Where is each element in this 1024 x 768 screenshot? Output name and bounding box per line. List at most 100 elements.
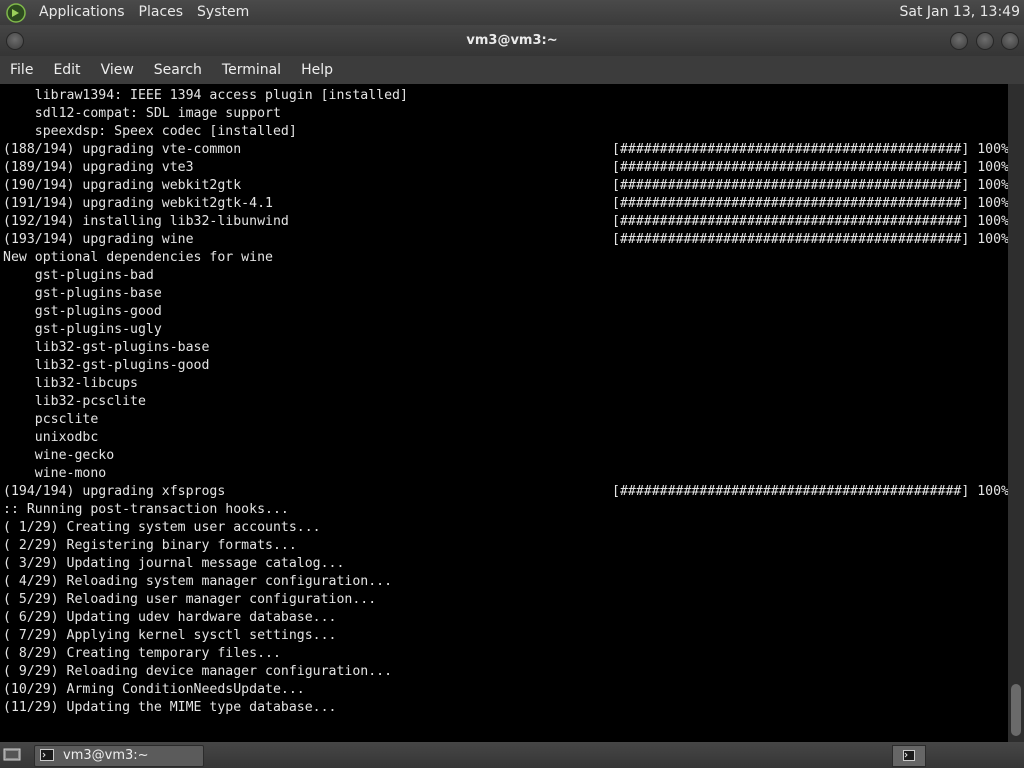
terminal-line: (191/194) upgrading webkit2gtk-4.1 [#####… [3, 195, 1008, 213]
clock[interactable]: Sat Jan 13, 13:49 [900, 0, 1021, 25]
terminal-line: speexdsp: Speex codec [installed] [3, 123, 1008, 141]
view-menu[interactable]: View [91, 56, 144, 84]
taskbar-window-button[interactable]: vm3@vm3:~ [34, 745, 204, 767]
progress-bar-text: [#######################################… [612, 214, 1008, 229]
terminal-line-text: libraw1394: IEEE 1394 access plugin [ins… [3, 88, 408, 103]
progress-bar-text: [#######################################… [612, 142, 1008, 157]
terminal-line-text: (10/29) Arming ConditionNeedsUpdate... [3, 682, 305, 697]
scrollbar-thumb[interactable] [1011, 684, 1021, 736]
terminal-line-text: (11/29) Updating the MIME type database.… [3, 700, 337, 715]
terminal-line: :: Running post-transaction hooks... [3, 501, 1008, 519]
terminal-line: (194/194) upgrading xfsprogs [###########… [3, 483, 1008, 501]
terminal-line-text: ( 5/29) Reloading user manager configura… [3, 592, 377, 607]
terminal-line: (192/194) installing lib32-libunwind [###… [3, 213, 1008, 231]
terminal-line-text: :: Running post-transaction hooks... [3, 502, 289, 517]
edit-menu[interactable]: Edit [43, 56, 90, 84]
terminal-line-text: sdl12-compat: SDL image support [3, 106, 281, 121]
terminal-output[interactable]: libraw1394: IEEE 1394 access plugin [ins… [0, 84, 1008, 742]
terminal-icon [40, 749, 54, 761]
applications-menu[interactable]: Applications [32, 0, 132, 25]
close-icon[interactable] [1001, 32, 1019, 50]
terminal-line-text: speexdsp: Speex codec [installed] [3, 124, 297, 139]
terminal-line: lib32-pcsclite [3, 393, 1008, 411]
terminal-line: wine-gecko [3, 447, 1008, 465]
progress-bar-text: [#######################################… [612, 196, 1008, 211]
terminal-line: gst-plugins-base [3, 285, 1008, 303]
terminal-line: ( 8/29) Creating temporary files... [3, 645, 1008, 663]
terminal-line-text: pcsclite [3, 412, 99, 427]
terminal-line-text: lib32-pcsclite [3, 394, 146, 409]
bottom-panel: vm3@vm3:~ [0, 742, 1024, 768]
terminal-line-text: ( 4/29) Reloading system manager configu… [3, 574, 393, 589]
vertical-scrollbar[interactable] [1008, 84, 1024, 742]
terminal-line-text: (191/194) upgrading webkit2gtk-4.1 [3, 196, 273, 211]
terminal-line: (188/194) upgrading vte-common [#########… [3, 141, 1008, 159]
progress-bar-text: [#######################################… [612, 484, 1008, 499]
terminal-line-text: lib32-libcups [3, 376, 138, 391]
taskbar-window-label: vm3@vm3:~ [63, 748, 149, 763]
search-menu[interactable]: Search [144, 56, 212, 84]
terminal-line: ( 7/29) Applying kernel sysctl settings.… [3, 627, 1008, 645]
terminal-line: (11/29) Updating the MIME type database.… [3, 699, 1008, 717]
terminal-line-text: (188/194) upgrading vte-common [3, 142, 242, 157]
window-titlebar[interactable]: vm3@vm3:~ [0, 25, 1024, 56]
terminal-line: unixodbc [3, 429, 1008, 447]
show-desktop-icon[interactable] [3, 747, 21, 762]
terminal-line: ( 9/29) Reloading device manager configu… [3, 663, 1008, 681]
terminal-line: sdl12-compat: SDL image support [3, 105, 1008, 123]
terminal-line-text: gst-plugins-bad [3, 268, 154, 283]
terminal-line-text: wine-mono [3, 466, 107, 481]
terminal-line: ( 6/29) Updating udev hardware database.… [3, 609, 1008, 627]
top-panel: Applications Places System Sat Jan 13, 1… [0, 0, 1024, 25]
terminal-line-text: lib32-gst-plugins-good [3, 358, 210, 373]
terminal-line: (190/194) upgrading webkit2gtk [#########… [3, 177, 1008, 195]
progress-bar-text: [#######################################… [612, 232, 1008, 247]
terminal-line: ( 5/29) Reloading user manager configura… [3, 591, 1008, 609]
terminal-line-text: (193/194) upgrading wine [3, 232, 194, 247]
terminal-line: libraw1394: IEEE 1394 access plugin [ins… [3, 87, 1008, 105]
minimize-icon[interactable] [950, 32, 968, 50]
terminal-line-text: gst-plugins-good [3, 304, 162, 319]
terminal-line: (10/29) Arming ConditionNeedsUpdate... [3, 681, 1008, 699]
terminal-line: ( 4/29) Reloading system manager configu… [3, 573, 1008, 591]
terminal-line-text: (194/194) upgrading xfsprogs [3, 484, 226, 499]
terminal-line-text: ( 8/29) Creating temporary files... [3, 646, 281, 661]
terminal-line: ( 3/29) Updating journal message catalog… [3, 555, 1008, 573]
help-menu[interactable]: Help [291, 56, 343, 84]
terminal-line-text: New optional dependencies for wine [3, 250, 273, 265]
terminal-menubar: File Edit View Search Terminal Help [0, 56, 1024, 84]
workspace-switcher-icon [903, 750, 915, 761]
terminal-line-text: (190/194) upgrading webkit2gtk [3, 178, 242, 193]
mate-logo-icon[interactable] [6, 2, 26, 23]
terminal-line: pcsclite [3, 411, 1008, 429]
window-menu-icon[interactable] [6, 32, 24, 50]
progress-bar-text: [#######################################… [612, 178, 1008, 193]
terminal-line: (189/194) upgrading vte3 [###############… [3, 159, 1008, 177]
places-menu[interactable]: Places [132, 0, 191, 25]
terminal-line: gst-plugins-ugly [3, 321, 1008, 339]
terminal-line-text: ( 2/29) Registering binary formats... [3, 538, 297, 553]
terminal-line: gst-plugins-good [3, 303, 1008, 321]
maximize-icon[interactable] [976, 32, 994, 50]
terminal-line-text: ( 7/29) Applying kernel sysctl settings.… [3, 628, 337, 643]
terminal-line-text: unixodbc [3, 430, 99, 445]
terminal-line-text: wine-gecko [3, 448, 115, 463]
terminal-line-text: gst-plugins-ugly [3, 322, 162, 337]
workspace-switcher[interactable] [892, 745, 926, 767]
terminal-line: lib32-gst-plugins-base [3, 339, 1008, 357]
terminal-line-text: gst-plugins-base [3, 286, 162, 301]
terminal-line-text: ( 1/29) Creating system user accounts... [3, 520, 321, 535]
terminal-line: lib32-libcups [3, 375, 1008, 393]
file-menu[interactable]: File [0, 56, 43, 84]
system-menu[interactable]: System [190, 0, 256, 25]
terminal-line-text: ( 6/29) Updating udev hardware database.… [3, 610, 337, 625]
terminal-line-text: (192/194) installing lib32-libunwind [3, 214, 289, 229]
terminal-line-text: (189/194) upgrading vte3 [3, 160, 194, 175]
terminal-line: gst-plugins-bad [3, 267, 1008, 285]
terminal-menu[interactable]: Terminal [212, 56, 291, 84]
progress-bar-text: [#######################################… [612, 160, 1008, 175]
terminal-line-text: lib32-gst-plugins-base [3, 340, 210, 355]
terminal-line: ( 1/29) Creating system user accounts... [3, 519, 1008, 537]
terminal-line: New optional dependencies for wine [3, 249, 1008, 267]
terminal-line: lib32-gst-plugins-good [3, 357, 1008, 375]
